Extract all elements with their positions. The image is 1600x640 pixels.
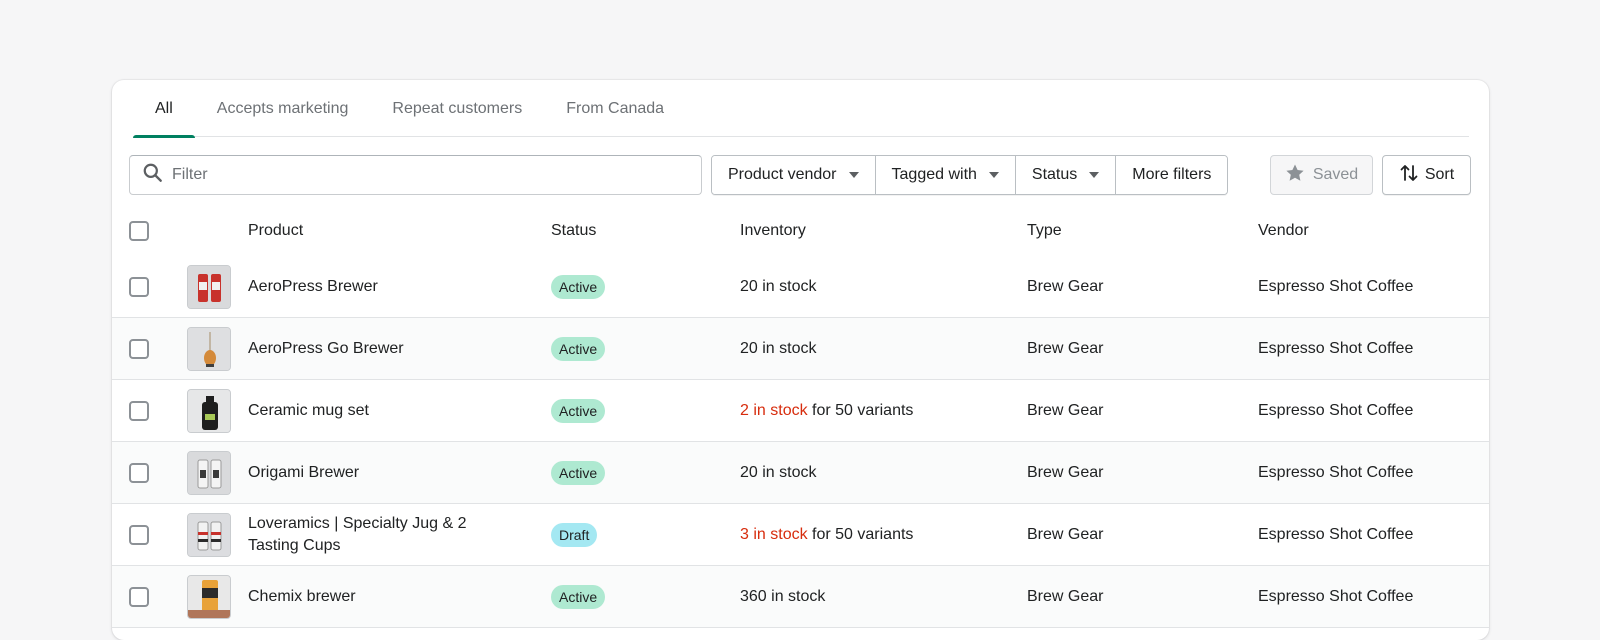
table-row[interactable]: Origami Brewer Active 20 in stock Brew G… xyxy=(112,442,1489,504)
status-badge: Active xyxy=(551,337,606,361)
saved-button[interactable]: Saved xyxy=(1270,155,1373,195)
more-filters-label: More filters xyxy=(1132,166,1212,183)
product-thumbnail xyxy=(187,513,231,557)
status-badge: Active xyxy=(551,461,606,485)
status-filter-label: Status xyxy=(1031,166,1078,183)
tab-from-canada[interactable]: From Canada xyxy=(544,80,686,137)
product-thumbnail xyxy=(187,265,231,309)
product-vendor: Espresso Shot Coffee xyxy=(1258,526,1414,543)
table-row[interactable]: AeroPress Brewer Active 20 in stock Brew… xyxy=(112,256,1489,318)
filter-field[interactable] xyxy=(129,155,702,195)
status-badge: Draft xyxy=(551,523,598,547)
inventory-text: for 50 variants xyxy=(807,402,914,419)
table-row[interactable]: Loveramics | Specialty Jug & 2 Tasting C… xyxy=(112,504,1489,566)
product-type: Brew Gear xyxy=(1027,526,1104,543)
tabs-bar: All Accepts marketing Repeat customers F… xyxy=(133,80,1469,138)
product-type: Brew Gear xyxy=(1027,464,1104,481)
sort-label: Sort xyxy=(1424,166,1455,183)
product-vendor: Espresso Shot Coffee xyxy=(1258,278,1414,295)
select-all-checkbox[interactable] xyxy=(129,221,149,241)
inventory-text: 20 in stock xyxy=(740,340,817,357)
product-vendor: Espresso Shot Coffee xyxy=(1258,402,1414,419)
table-row[interactable]: AeroPress Go Brewer Active 20 in stock B… xyxy=(112,318,1489,380)
product-type: Brew Gear xyxy=(1027,588,1104,605)
inventory-text: for 50 variants xyxy=(807,526,914,543)
product-thumbnail xyxy=(187,451,231,495)
product-name[interactable]: Loveramics | Specialty Jug & 2 Tasting C… xyxy=(248,513,508,557)
product-name[interactable]: Origami Brewer xyxy=(248,462,359,484)
row-checkbox[interactable] xyxy=(129,277,149,297)
filter-input[interactable] xyxy=(172,166,672,184)
product-vendor: Espresso Shot Coffee xyxy=(1258,464,1414,481)
product-name[interactable]: AeroPress Brewer xyxy=(248,276,378,298)
row-checkbox[interactable] xyxy=(129,339,149,359)
inventory-text: 360 in stock xyxy=(740,588,826,605)
product-thumbnail xyxy=(187,389,231,433)
product-name[interactable]: AeroPress Go Brewer xyxy=(248,338,404,360)
column-header-inventory[interactable]: Inventory xyxy=(740,205,806,257)
tab-all[interactable]: All xyxy=(133,80,195,138)
table-row[interactable]: Chemix brewer Active 360 in stock Brew G… xyxy=(112,566,1489,628)
table-row[interactable]: Ceramic mug set Active 2 in stock for 50… xyxy=(112,380,1489,442)
search-icon xyxy=(142,162,164,189)
orange-can-icon xyxy=(188,576,230,618)
status-badge: Active xyxy=(551,275,606,299)
status-badge: Active xyxy=(551,585,606,609)
product-name[interactable]: Chemix brewer xyxy=(248,586,356,608)
tab-accepts-marketing[interactable]: Accepts marketing xyxy=(195,80,371,137)
inventory-text: 20 in stock xyxy=(740,278,817,295)
hanging-ornament-icon xyxy=(188,328,230,370)
status-filter-button[interactable]: Status xyxy=(1015,156,1117,194)
star-icon xyxy=(1285,163,1305,188)
product-vendor: Espresso Shot Coffee xyxy=(1258,340,1414,357)
product-thumbnail xyxy=(187,575,231,619)
striped-cans-icon xyxy=(188,514,230,556)
row-checkbox[interactable] xyxy=(129,463,149,483)
status-badge: Active xyxy=(551,399,606,423)
inventory-low-text: 3 in stock xyxy=(740,526,808,543)
black-bottle-icon xyxy=(188,390,230,432)
column-header-status[interactable]: Status xyxy=(551,205,596,257)
sort-arrows-icon xyxy=(1399,163,1419,188)
row-checkbox[interactable] xyxy=(129,401,149,421)
column-header-type[interactable]: Type xyxy=(1027,205,1062,257)
caret-down-icon xyxy=(848,172,859,178)
product-vendor-label: Product vendor xyxy=(728,166,837,183)
products-card: All Accepts marketing Repeat customers F… xyxy=(112,80,1489,640)
red-cans-icon xyxy=(188,266,230,308)
tagged-with-button[interactable]: Tagged with xyxy=(875,156,1016,194)
product-type: Brew Gear xyxy=(1027,278,1104,295)
product-type: Brew Gear xyxy=(1027,402,1104,419)
filter-button-group: Product vendor Tagged with Status More f… xyxy=(711,155,1229,195)
sort-button[interactable]: Sort xyxy=(1382,155,1471,195)
saved-label: Saved xyxy=(1312,166,1359,183)
caret-down-icon xyxy=(988,172,999,178)
row-checkbox[interactable] xyxy=(129,587,149,607)
inventory-text: 20 in stock xyxy=(740,464,817,481)
column-header-product[interactable]: Product xyxy=(248,205,303,257)
table-header: Product Status Inventory Type Vendor xyxy=(112,205,1489,257)
product-vendor: Espresso Shot Coffee xyxy=(1258,588,1414,605)
tagged-with-label: Tagged with xyxy=(891,166,977,183)
product-name[interactable]: Ceramic mug set xyxy=(248,400,369,422)
product-thumbnail xyxy=(187,327,231,371)
inventory-low-text: 2 in stock xyxy=(740,402,808,419)
caret-down-icon xyxy=(1089,172,1100,178)
white-cans-icon xyxy=(188,452,230,494)
row-checkbox[interactable] xyxy=(129,525,149,545)
tab-repeat-customers[interactable]: Repeat customers xyxy=(370,80,544,137)
product-type: Brew Gear xyxy=(1027,340,1104,357)
column-header-vendor[interactable]: Vendor xyxy=(1258,205,1309,257)
more-filters-button[interactable]: More filters xyxy=(1116,156,1228,194)
product-vendor-button[interactable]: Product vendor xyxy=(712,156,876,194)
